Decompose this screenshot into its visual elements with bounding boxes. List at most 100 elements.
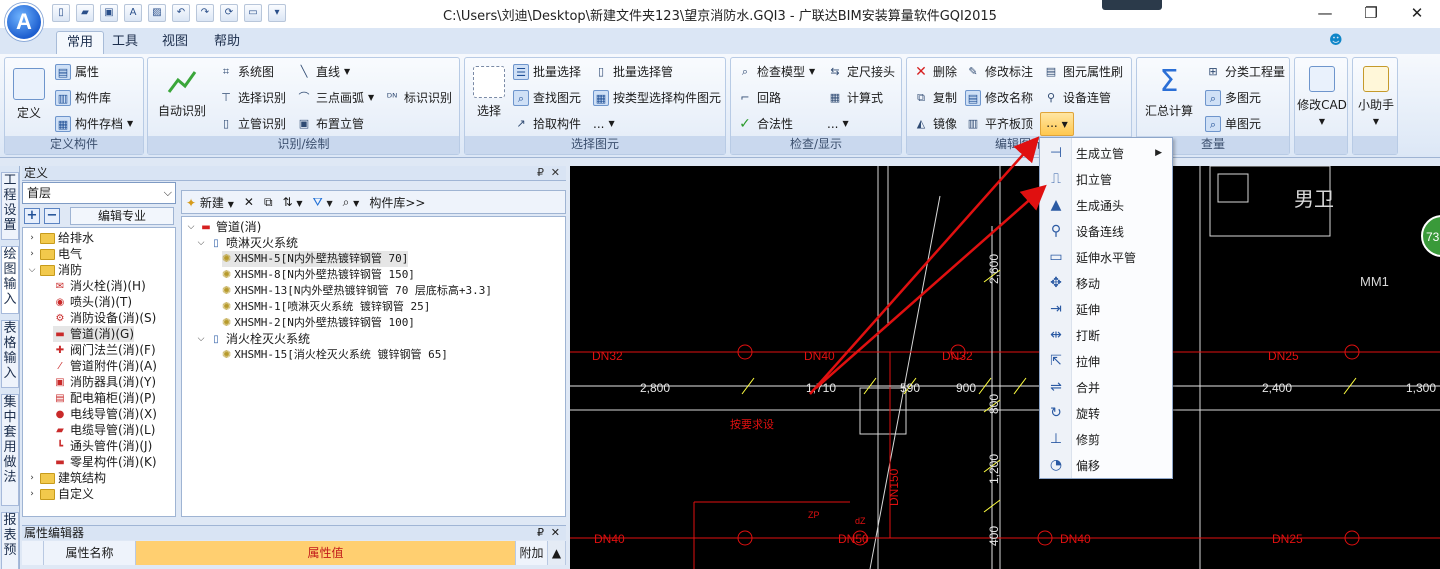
validity-button[interactable]: ✓ 合法性	[737, 113, 793, 135]
expand-toggle-icon[interactable]: ⌵	[196, 331, 206, 347]
nav-drawing-input[interactable]: 绘图输入	[1, 246, 19, 314]
tree-item[interactable]: ⚙ 消防设备(消)(S)	[53, 310, 157, 326]
batch-select-pipe-button[interactable]: ▯ 批量选择管	[593, 61, 673, 83]
mirror-button[interactable]: ◭ 镜像	[913, 113, 957, 135]
tree-item[interactable]: ▤ 配电箱柜(消)(P)	[53, 390, 156, 406]
component-archive-button[interactable]: ▦ 构件存档 ▼	[55, 113, 133, 135]
loop-button[interactable]: ⌐ 回路	[737, 87, 781, 109]
tree-item[interactable]: ▬ 管道(消)(G)	[53, 326, 135, 342]
select-identify-button[interactable]: ⊤ 选择识别	[218, 87, 286, 109]
modify-cad-button[interactable]: 修改CAD ▼	[1297, 66, 1347, 127]
tree-item[interactable]: ▬ 零星构件(消)(K)	[53, 454, 156, 470]
tree-item[interactable]: ● 电线导管(消)(X)	[53, 406, 157, 422]
mark-identify-button[interactable]: ᴰᴺ 标识识别	[384, 87, 452, 109]
tree-item[interactable]: ✉ 消火栓(消)(H)	[53, 278, 146, 294]
copy-button[interactable]: ⧉ 复制	[913, 87, 957, 109]
menu-item[interactable]: ⚲ 设备连线	[1040, 218, 1172, 244]
col-property-name[interactable]: 属性名称	[44, 541, 136, 565]
classified-quantity-button[interactable]: ⊞ 分类工程量	[1205, 61, 1285, 83]
assistant-icon[interactable]: ☻	[1329, 33, 1345, 48]
tab-tools[interactable]: 工具	[102, 31, 148, 54]
tree-folder[interactable]: › 电气	[27, 246, 82, 262]
tree-folder[interactable]: › 自定义	[27, 486, 94, 502]
binoculars-icon[interactable]: ⌕ ▼	[343, 195, 360, 210]
pin-icon[interactable]: ₽	[537, 166, 544, 180]
nav-reports[interactable]: 报表预	[1, 512, 19, 569]
tree-item[interactable]: ◉ 喷头(消)(T)	[53, 294, 132, 310]
formula-button[interactable]: ▦ 计算式	[827, 87, 883, 109]
nav-batch-apply[interactable]: 集中套用做法	[1, 394, 19, 506]
menu-item[interactable]: ⇱ 拉伸	[1040, 348, 1172, 374]
filter-icon[interactable]: ⛛ ▼	[313, 195, 333, 210]
tree-folder[interactable]: ⌵ 消防	[27, 262, 82, 278]
component-library-link[interactable]: 构件库>>	[369, 194, 425, 211]
component-group[interactable]: ⌵ ▯ 消火栓灭火系统	[196, 331, 310, 347]
component-library-button[interactable]: ▥ 构件库	[55, 87, 111, 109]
modify-label-button[interactable]: ✎ 修改标注	[965, 61, 1033, 83]
edit-more-button[interactable]: ... ▼	[1040, 112, 1074, 136]
col-extra[interactable]: 附加	[516, 541, 548, 565]
component-row[interactable]: ✺ XHSMH-2[N内外壁热镀锌钢管 100]	[222, 315, 415, 331]
tab-common[interactable]: 常用	[56, 31, 105, 54]
minimize-button[interactable]: —	[1302, 0, 1348, 26]
tree-item[interactable]: ▣ 消防器具(消)(Y)	[53, 374, 156, 390]
properties-button[interactable]: ▤ 属性	[55, 61, 99, 83]
component-group[interactable]: ⌵ ▯ 喷淋灭火系统	[196, 235, 298, 251]
system-diagram-button[interactable]: ⌗ 系统图	[218, 61, 274, 83]
nav-table-input[interactable]: 表格输入	[1, 320, 19, 388]
tree-item[interactable]: ┗ 通头管件(消)(J)	[53, 438, 152, 454]
drawing-canvas[interactable]: DN32 DN40 DN32 DN25 DN40 DN50 DN40 DN25 DN150 2,8…	[570, 166, 1440, 569]
select-more-button[interactable]: ... ▼	[593, 113, 615, 135]
line-button[interactable]: ╲ 直线 ▼	[296, 61, 350, 83]
menu-item[interactable]: ⎍ 扣立管	[1040, 166, 1172, 192]
delete-button[interactable]: ✕ 删除	[913, 61, 957, 83]
single-element-button[interactable]: ⌕ 单图元	[1205, 113, 1261, 135]
restore-button[interactable]: ❐	[1348, 0, 1394, 26]
edit-specialty-button[interactable]: 编辑专业	[70, 207, 174, 225]
define-button[interactable]: 定义	[9, 68, 49, 121]
select-button[interactable]: 选择	[471, 66, 507, 119]
scrollbar-up-icon[interactable]: ▲	[548, 541, 566, 565]
nav-project-settings[interactable]: 工程设置	[1, 172, 19, 240]
find-element-button[interactable]: ⌕ 查找图元	[513, 87, 581, 109]
menu-item[interactable]: ⊥ 修剪	[1040, 426, 1172, 452]
batch-select-button[interactable]: ☰ 批量选择	[513, 61, 581, 83]
place-riser-button[interactable]: ▣ 布置立管	[296, 113, 364, 135]
auto-identify-button[interactable]: 自动识别	[154, 66, 210, 119]
new-component-button[interactable]: ✦ 新建 ▼	[186, 194, 234, 211]
col-property-value[interactable]: 属性值	[136, 541, 516, 565]
fixed-joint-button[interactable]: ⇆ 定尺接头	[827, 61, 895, 83]
summary-calc-button[interactable]: Σ 汇总计算	[1141, 66, 1197, 119]
sort-icon[interactable]: ⇅ ▼	[283, 195, 303, 209]
expand-toggle-icon[interactable]: ›	[27, 246, 37, 262]
element-property-brush-button[interactable]: ▤ 图元属性刷	[1043, 61, 1123, 83]
expand-toggle-icon[interactable]: ⌵	[27, 262, 37, 278]
tree-folder[interactable]: › 建筑结构	[27, 470, 106, 486]
three-point-arc-button[interactable]: ⌒ 三点画弧 ▼	[296, 87, 375, 109]
pin-icon[interactable]: ₽	[537, 526, 544, 540]
expand-toggle-icon[interactable]: ⌵	[196, 235, 206, 251]
menu-item[interactable]: ⇥ 延伸	[1040, 296, 1172, 322]
tree-folder[interactable]: › 给排水	[27, 230, 94, 246]
tree-item[interactable]: ⁄ 管道附件(消)(A)	[53, 358, 157, 374]
check-model-button[interactable]: ⌕ 检查模型 ▼	[737, 61, 815, 83]
menu-item[interactable]: ▲ 生成通头	[1040, 192, 1172, 218]
menu-item[interactable]: ✥ 移动	[1040, 270, 1172, 296]
component-row[interactable]: ✺ XHSMH-8[N内外壁热镀锌钢管 150]	[222, 267, 415, 283]
app-logo[interactable]: A	[5, 3, 43, 41]
select-by-type-button[interactable]: ▦ 按类型选择构件图元	[593, 87, 721, 109]
menu-item[interactable]: ↻ 旋转	[1040, 400, 1172, 426]
tab-view[interactable]: 视图	[152, 31, 198, 54]
helper-button[interactable]: 小助手 ▼	[1354, 66, 1398, 127]
close-panel-icon[interactable]: ✕	[551, 526, 560, 540]
component-group[interactable]: ⌵ ▬ 管道(消)	[186, 219, 262, 235]
pick-component-button[interactable]: ↗ 拾取构件	[513, 113, 581, 135]
menu-item[interactable]: ⇹ 打断	[1040, 322, 1172, 348]
align-slab-top-button[interactable]: ▥ 平齐板顶	[965, 113, 1033, 135]
collapse-all-button[interactable]: −	[44, 208, 60, 224]
component-row[interactable]: ✺ XHSMH-15[消火栓灭火系统 镀锌钢管 65]	[222, 347, 448, 363]
tab-help[interactable]: 帮助	[204, 31, 250, 54]
menu-item[interactable]: ⇌ 合并	[1040, 374, 1172, 400]
device-pipe-button[interactable]: ⚲ 设备连管	[1043, 87, 1111, 109]
component-row[interactable]: ✺ XHSMH-1[喷淋灭火系统 镀锌钢管 25]	[222, 299, 430, 315]
